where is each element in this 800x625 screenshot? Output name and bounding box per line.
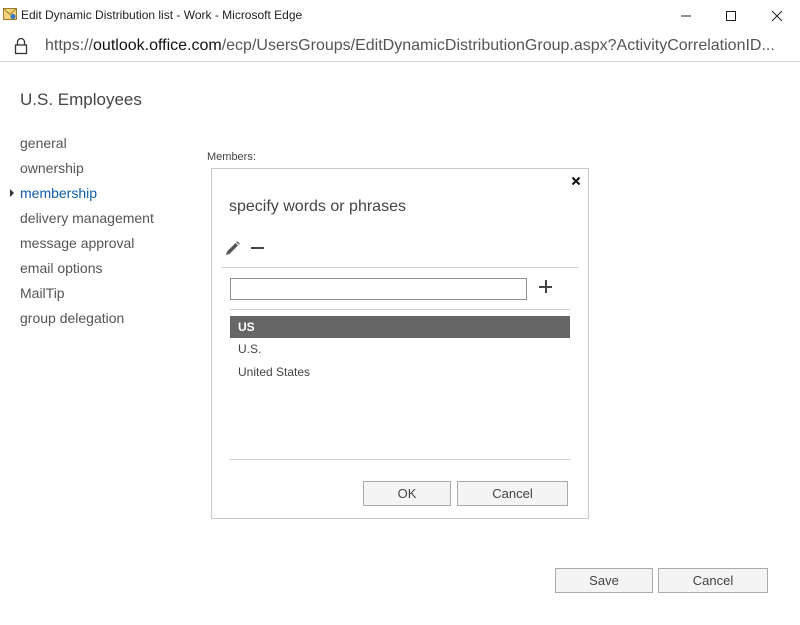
list-item[interactable]: U.S. bbox=[230, 338, 570, 361]
save-button[interactable]: Save bbox=[555, 568, 653, 593]
minimize-icon bbox=[681, 15, 691, 16]
dialog-title: specify words or phrases bbox=[229, 198, 406, 215]
window-close-button[interactable] bbox=[754, 0, 800, 31]
phrase-list: US U.S. United States bbox=[230, 316, 570, 384]
settings-nav: general ownership membership delivery ma… bbox=[10, 134, 154, 334]
page-title: U.S. Employees bbox=[20, 90, 142, 109]
mail-envelope-icon bbox=[3, 8, 17, 20]
window-title: Edit Dynamic Distribution list - Work - … bbox=[21, 8, 303, 22]
close-icon[interactable] bbox=[569, 174, 583, 188]
nav-item-label: membership bbox=[20, 185, 98, 201]
cancel-button[interactable]: Cancel bbox=[658, 568, 768, 593]
minus-icon[interactable] bbox=[250, 239, 266, 257]
nav-item-delivery-management[interactable]: delivery management bbox=[20, 209, 154, 234]
url-scheme: https:// bbox=[45, 37, 94, 54]
url-text[interactable]: https://outlook.office.com/ecp/UsersGrou… bbox=[45, 37, 790, 55]
pencil-icon[interactable] bbox=[224, 239, 242, 257]
nav-item-group-delegation[interactable]: group delegation bbox=[20, 309, 154, 334]
dialog-cancel-button[interactable]: Cancel bbox=[457, 481, 568, 506]
minimize-button[interactable] bbox=[663, 0, 709, 31]
title-bar: Edit Dynamic Distribution list - Work - … bbox=[0, 0, 800, 31]
list-divider bbox=[230, 459, 570, 460]
nav-item-membership[interactable]: membership bbox=[10, 184, 154, 209]
nav-item-general[interactable]: general bbox=[20, 134, 154, 159]
url-host: outlook.office.com bbox=[93, 37, 222, 54]
members-label: Members: bbox=[207, 151, 256, 163]
phrase-input[interactable] bbox=[230, 278, 527, 300]
maximize-icon bbox=[726, 10, 736, 21]
nav-item-email-options[interactable]: email options bbox=[20, 259, 154, 284]
caret-right-icon bbox=[10, 189, 14, 197]
plus-icon[interactable] bbox=[536, 278, 556, 298]
nav-item-ownership[interactable]: ownership bbox=[20, 159, 154, 184]
close-icon bbox=[771, 10, 783, 21]
list-item[interactable]: US bbox=[230, 316, 570, 338]
toolbar-divider bbox=[222, 267, 578, 268]
dialog-ok-button[interactable]: OK bbox=[363, 481, 451, 506]
nav-item-mailtip[interactable]: MailTip bbox=[20, 284, 154, 309]
address-bar[interactable]: https://outlook.office.com/ecp/UsersGrou… bbox=[0, 31, 800, 62]
words-dialog: specify words or phrases US U.S. United … bbox=[211, 168, 589, 519]
nav-item-message-approval[interactable]: message approval bbox=[20, 234, 154, 259]
url-path: /ecp/UsersGroups/EditDynamicDistribution… bbox=[221, 37, 775, 54]
list-item[interactable]: United States bbox=[230, 361, 570, 384]
maximize-button[interactable] bbox=[708, 0, 754, 31]
lock-icon bbox=[14, 37, 28, 55]
input-divider bbox=[230, 309, 570, 310]
